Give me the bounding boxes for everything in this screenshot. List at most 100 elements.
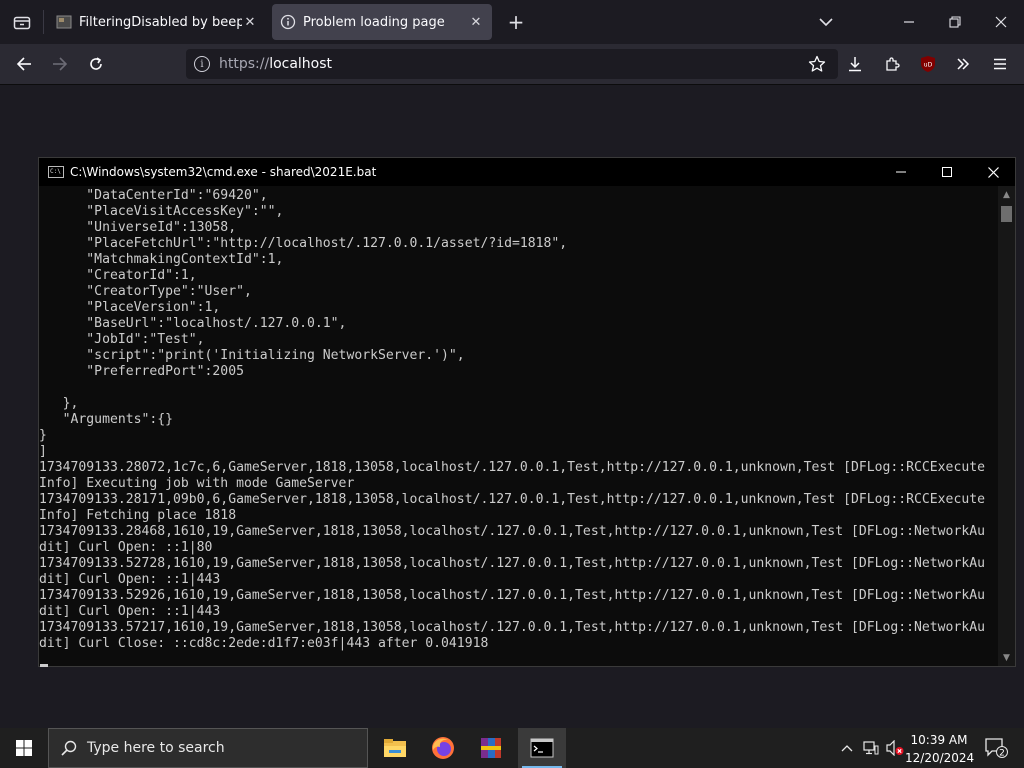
cmd-title-bar[interactable]: C:\ C:\Windows\system32\cmd.exe - shared… bbox=[39, 158, 1015, 186]
console-line: Info] Fetching place 1818 bbox=[39, 508, 237, 523]
notification-icon: 2 bbox=[985, 738, 1008, 758]
console-cursor bbox=[40, 664, 48, 667]
scroll-down-icon[interactable]: ▼ bbox=[998, 649, 1015, 666]
chevron-down-icon bbox=[819, 18, 833, 27]
puzzle-icon bbox=[886, 57, 900, 71]
console-scrollbar[interactable]: ▲ ▼ bbox=[998, 186, 1015, 666]
console-line: "MatchmakingContextId":1, bbox=[39, 252, 284, 267]
console-line: "Arguments":{} bbox=[39, 412, 174, 427]
console-line: dit] Curl Close: ::cd8c:2ede:d1f7:e03f|4… bbox=[39, 636, 489, 651]
console-output[interactable]: "DataCenterId":"69420", "PlaceVisitAcces… bbox=[39, 188, 999, 666]
minimize-icon bbox=[904, 21, 914, 23]
console-line: "PlaceVersion":1, bbox=[39, 300, 221, 315]
chevron-up-icon bbox=[841, 745, 853, 752]
scroll-up-icon[interactable]: ▲ bbox=[998, 186, 1015, 203]
cmd-icon: C:\ bbox=[48, 166, 64, 178]
console-line: 1734709133.28171,09b0,6,GameServer,1818,… bbox=[39, 492, 985, 507]
console-line: }, bbox=[39, 396, 79, 411]
console-line: "PlaceFetchUrl":"http://localhost/.127.0… bbox=[39, 236, 568, 251]
cmd-window[interactable]: C:\ C:\Windows\system32\cmd.exe - shared… bbox=[38, 157, 1016, 667]
minimize-button[interactable] bbox=[895, 8, 923, 36]
back-arrow-icon bbox=[16, 57, 31, 71]
console-line: dit] Curl Open: ::1|443 bbox=[39, 572, 221, 587]
clock-time: 10:39 AM bbox=[910, 733, 968, 747]
more-tools-button[interactable] bbox=[949, 50, 977, 78]
console-line: "CreatorId":1, bbox=[39, 268, 197, 283]
tab-close-icon[interactable]: ✕ bbox=[242, 14, 258, 30]
console-line: "BaseUrl":"localhost/.127.0.0.1", bbox=[39, 316, 347, 331]
console-line: 1734709133.28468,1610,19,GameServer,1818… bbox=[39, 524, 985, 539]
console-line: } bbox=[39, 428, 47, 443]
restore-icon bbox=[949, 16, 961, 28]
console-line: "PlaceVisitAccessKey":"", bbox=[39, 204, 284, 219]
console-line: "UniverseId":13058, bbox=[39, 220, 237, 235]
cmd-minimize-button[interactable] bbox=[878, 158, 924, 186]
taskbar-search-box[interactable]: Type here to search bbox=[48, 728, 368, 768]
new-tab-button[interactable]: + bbox=[502, 8, 530, 36]
windows-logo-icon bbox=[16, 740, 32, 756]
restore-button[interactable] bbox=[941, 8, 969, 36]
close-icon bbox=[987, 166, 999, 178]
tab-list-button[interactable] bbox=[8, 8, 36, 36]
taskbar-firefox[interactable] bbox=[419, 728, 467, 768]
site-info-icon[interactable]: i bbox=[194, 56, 210, 72]
console-line: 1734709133.28072,1c7c,6,GameServer,1818,… bbox=[39, 460, 985, 475]
start-button[interactable] bbox=[0, 728, 48, 768]
tab-close-icon[interactable]: ✕ bbox=[468, 14, 484, 30]
file-explorer-icon bbox=[384, 739, 406, 757]
winrar-icon bbox=[481, 738, 501, 758]
cmd-window-title: C:\Windows\system32\cmd.exe - shared\202… bbox=[70, 165, 377, 179]
minimize-icon bbox=[896, 171, 906, 173]
cmd-close-button[interactable] bbox=[970, 158, 1016, 186]
console-line: 1734709133.52926,1610,19,GameServer,1818… bbox=[39, 588, 985, 603]
forward-arrow-icon bbox=[53, 57, 68, 71]
back-button[interactable] bbox=[10, 50, 38, 78]
site-icon bbox=[56, 14, 72, 30]
taskbar: Type here to search 10:39 AM 12/20/2024 … bbox=[0, 728, 1024, 768]
console-line: ] bbox=[39, 444, 47, 459]
network-tray-button[interactable] bbox=[860, 728, 882, 768]
taskbar-clock[interactable]: 10:39 AM 12/20/2024 bbox=[905, 728, 974, 768]
forward-button[interactable] bbox=[46, 50, 74, 78]
app-menu-button[interactable] bbox=[986, 50, 1014, 78]
list-all-tabs-button[interactable] bbox=[812, 8, 840, 36]
taskbar-cmd[interactable] bbox=[518, 728, 566, 768]
show-hidden-icons-button[interactable] bbox=[836, 728, 858, 768]
plus-icon: + bbox=[507, 10, 525, 34]
bookmark-button[interactable] bbox=[803, 50, 831, 78]
notification-count: 2 bbox=[999, 748, 1005, 758]
reload-button[interactable] bbox=[82, 50, 110, 78]
tab-strip: FilteringDisabled by beepboop ✕ Problem … bbox=[0, 0, 1024, 44]
notification-center-button[interactable]: 2 bbox=[978, 728, 1014, 768]
console-line: 1734709133.57217,1610,19,GameServer,1818… bbox=[39, 620, 985, 635]
taskbar-winrar[interactable] bbox=[467, 728, 515, 768]
cmd-maximize-button[interactable] bbox=[924, 158, 970, 186]
url-bar[interactable]: i https://localhost bbox=[186, 49, 838, 79]
console-line: "DataCenterId":"69420", bbox=[39, 188, 268, 203]
star-icon bbox=[808, 55, 826, 72]
volume-muted-icon bbox=[886, 740, 904, 756]
extensions-button[interactable] bbox=[878, 50, 906, 78]
console-line: dit] Curl Open: ::1|443 bbox=[39, 604, 221, 619]
console-line: "script":"print('Initializing NetworkSer… bbox=[39, 348, 465, 363]
volume-tray-button[interactable] bbox=[884, 728, 906, 768]
url-scheme: https:// bbox=[219, 56, 270, 72]
tab-filteringdisabled[interactable]: FilteringDisabled by beepboop ✕ bbox=[48, 4, 266, 40]
ublock-button[interactable]: uD bbox=[914, 50, 942, 78]
downloads-button[interactable] bbox=[841, 50, 869, 78]
url-host: localhost bbox=[269, 56, 333, 72]
tab-title: Problem loading page bbox=[303, 14, 445, 30]
navigation-toolbar: i https://localhost uD bbox=[0, 44, 1024, 85]
console-line: 1734709133.52728,1610,19,GameServer,1818… bbox=[39, 556, 985, 571]
console-line: "PreferredPort":2005 bbox=[39, 364, 244, 379]
taskbar-file-explorer[interactable] bbox=[371, 728, 419, 768]
search-placeholder: Type here to search bbox=[87, 740, 225, 756]
scroll-thumb[interactable] bbox=[1001, 206, 1012, 222]
close-window-button[interactable] bbox=[987, 8, 1015, 36]
tab-separator bbox=[43, 10, 44, 34]
tab-problem-loading[interactable]: Problem loading page ✕ bbox=[272, 4, 492, 40]
double-chevron-icon bbox=[957, 58, 970, 70]
network-icon bbox=[863, 741, 879, 755]
console-line: Info] Executing job with mode GameServer bbox=[39, 476, 355, 491]
